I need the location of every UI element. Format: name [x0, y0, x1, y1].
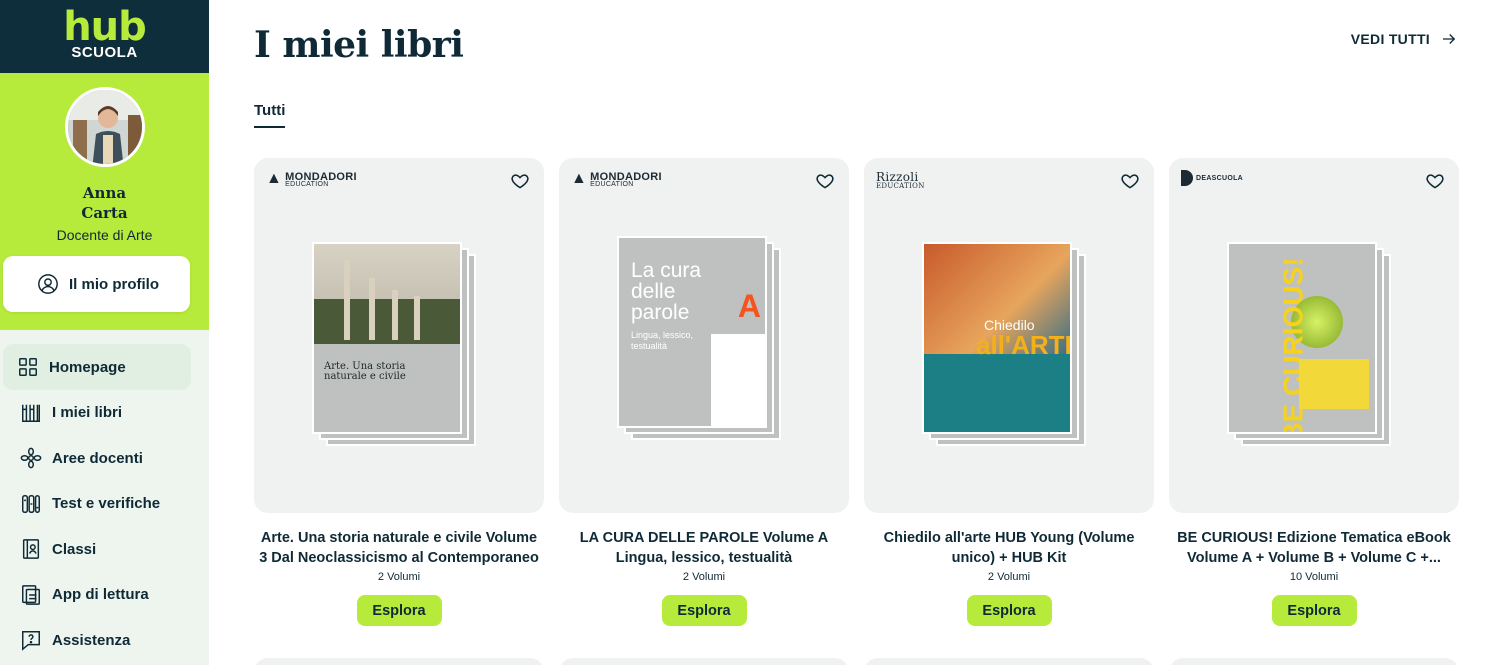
nav-item-homepage[interactable]: Homepage	[3, 344, 191, 390]
page-title: I miei libri	[254, 24, 464, 66]
book-cover-stack: Arte. Una storia naturale e civile	[312, 242, 477, 446]
test-icon	[22, 494, 40, 513]
book-cover-stack: La cura delle parole A Lingua, lessico, …	[617, 236, 782, 440]
book-card-partial	[254, 658, 544, 665]
book-card: ▲ MONDADORI EDUCATION La cura delle parol…	[559, 158, 849, 626]
cover-title: La cura delle parole	[631, 259, 702, 324]
book-title: LA CURA DELLE PAROLE Volume A Lingua, le…	[579, 530, 829, 566]
arrow-right-icon	[1443, 34, 1456, 44]
book-cover: La cura delle parole A Lingua, lessico, …	[617, 236, 767, 428]
favorite-heart-icon[interactable]	[1425, 171, 1445, 191]
book-cover-stack: Chiedilo all'ARTE	[922, 242, 1087, 446]
explore-button[interactable]: Esplora	[966, 595, 1052, 626]
reader-app-icon	[22, 584, 40, 605]
user-circle-icon	[38, 274, 58, 294]
book-card-partial	[559, 658, 849, 665]
logo-hub-text: hub	[63, 4, 147, 50]
nav-label-my-books: I miei libri	[52, 404, 123, 422]
book-card-partial	[864, 658, 1154, 665]
sidebar: hub SCUOLA Anna Carta Docente di Arte Il…	[0, 0, 209, 665]
book-card: Rizzoli EDUCATION Chiedilo all'ARTE Chied…	[864, 158, 1154, 626]
nav-item-reading-app[interactable]: App di lettura	[0, 572, 209, 618]
book-card: ▲ MONDADORI EDUCATION Arte. Una storia na	[254, 158, 544, 626]
volume-count: 2 Volumi	[987, 571, 1031, 583]
book-cover: Arte. Una storia naturale e civile	[312, 242, 462, 434]
next-row-cards	[254, 658, 1459, 665]
publisher-logo: DEASCUOLA	[1181, 170, 1243, 186]
nav-label-reading-app: App di lettura	[52, 586, 149, 604]
cover-title: Arte. Una storia naturale e civile	[324, 361, 406, 382]
publisher-logo: ▲ MONDADORI EDUCATION	[266, 170, 357, 188]
cover-subtitle: Lingua, lessico, testualità	[631, 330, 694, 351]
tab-all[interactable]: Tutti	[254, 102, 286, 128]
book-cover-area[interactable]: DEASCUOLA BE CURIOUS!	[1169, 158, 1459, 513]
user-last-name: Carta	[81, 204, 128, 222]
favorite-heart-icon[interactable]	[1120, 171, 1140, 191]
publisher-logo: ▲ MONDADORI EDUCATION	[571, 170, 662, 188]
book-cover: Chiedilo all'ARTE	[922, 242, 1072, 434]
profile-panel: Anna Carta Docente di Arte Il mio profil…	[0, 73, 209, 330]
publisher-logo: Rizzoli EDUCATION	[876, 170, 925, 190]
book-cover-area[interactable]: Rizzoli EDUCATION Chiedilo all'ARTE	[864, 158, 1154, 513]
nav-label-support: Assistenza	[52, 631, 131, 649]
book-card-partial	[1169, 658, 1459, 665]
book-cover-area[interactable]: ▲ MONDADORI EDUCATION Arte. Una storia na	[254, 158, 544, 513]
app-root: hub SCUOLA Anna Carta Docente di Arte Il…	[0, 0, 1500, 665]
book-cover-stack: BE CURIOUS!	[1227, 242, 1392, 446]
logo[interactable]: hub SCUOLA	[0, 0, 209, 73]
classroom-icon	[22, 539, 40, 560]
my-profile-button[interactable]: Il mio profilo	[3, 256, 190, 312]
nav-item-my-books[interactable]: I miei libri	[0, 390, 209, 436]
explore-button[interactable]: Esplora	[1271, 595, 1357, 626]
grid-icon	[19, 358, 37, 376]
logo-scuola-text: SCUOLA	[71, 44, 138, 61]
nav-item-classes[interactable]: Classi	[0, 527, 209, 573]
nav-label-tests: Test e verifiche	[52, 495, 161, 513]
nav-item-teacher-areas[interactable]: Aree docenti	[0, 436, 209, 482]
nav-label-homepage: Homepage	[49, 358, 126, 376]
volume-count: 2 Volumi	[682, 571, 726, 583]
avatar	[64, 87, 145, 167]
see-all-label: VEDI TUTTI	[1350, 31, 1430, 47]
book-title: Chiedilo all'arte HUB Young (Volume unic…	[883, 530, 1135, 566]
book-list: ▲ MONDADORI EDUCATION Arte. Una storia na	[254, 158, 1459, 626]
user-first-name: Anna	[82, 184, 127, 202]
main-content: I miei libri VEDI TUTTI Tutti ▲ MONDADOR…	[209, 0, 1500, 665]
book-cover-area[interactable]: ▲ MONDADORI EDUCATION La cura delle parol…	[559, 158, 849, 513]
nav-label-teacher-areas: Aree docenti	[52, 449, 143, 467]
book-title: Arte. Una storia naturale e civile Volum…	[259, 530, 539, 566]
nav-item-support[interactable]: Assistenza	[0, 618, 209, 664]
favorite-heart-icon[interactable]	[510, 171, 530, 191]
book-title: BE CURIOUS! Edizione Tematica eBook Volu…	[1177, 530, 1451, 566]
favorite-heart-icon[interactable]	[815, 171, 835, 191]
sidebar-nav: Homepage I miei libri Aree docenti Test …	[0, 330, 209, 663]
flower-icon	[20, 447, 42, 469]
nav-label-classes: Classi	[52, 540, 97, 558]
books-icon	[22, 404, 40, 422]
publisher-sub: EDUCATION	[876, 182, 925, 190]
book-cover: BE CURIOUS!	[1227, 242, 1377, 434]
see-all-link[interactable]: VEDI TUTTI	[1351, 30, 1458, 48]
user-role: Docente di Arte	[56, 227, 153, 243]
cover-letter: A	[737, 288, 761, 324]
volume-count: 2 Volumi	[377, 571, 421, 583]
help-icon	[22, 631, 40, 651]
my-profile-label: Il mio profilo	[69, 275, 159, 293]
publisher-name: DEASCUOLA	[1196, 174, 1244, 182]
book-card: DEASCUOLA BE CURIOUS! BE CURIOUS! Edizio…	[1169, 158, 1459, 626]
explore-button[interactable]: Esplora	[356, 595, 442, 626]
explore-button[interactable]: Esplora	[661, 595, 747, 626]
nav-item-tests[interactable]: Test e verifiche	[0, 481, 209, 527]
cover-title-2: all'ARTE	[976, 330, 1072, 360]
volume-count: 10 Volumi	[1289, 571, 1339, 583]
